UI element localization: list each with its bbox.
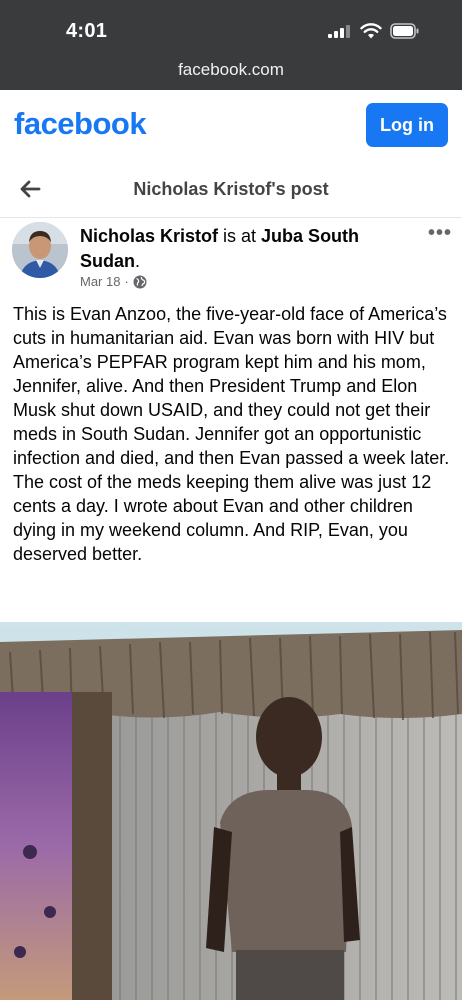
browser-status-bar: 4:01 facebook.com [0,0,462,90]
signal-icon [328,24,352,38]
status-time: 4:01 [66,20,108,42]
wifi-icon [360,23,382,39]
meta-separator: · [124,274,129,289]
avatar[interactable] [12,222,68,278]
post-text: This is Evan Anzoo, the five-year-old fa… [13,304,450,564]
battery-icon [390,23,419,39]
facebook-logo[interactable]: facebook [14,106,147,142]
more-options-icon[interactable]: ••• [428,222,452,245]
post-photo[interactable] [0,622,462,1000]
url-bar[interactable]: facebook.com [0,60,462,80]
checkin-text: is at [218,226,262,246]
author-name[interactable]: Nicholas Kristof [80,226,218,246]
post-nav-bar: Nicholas Kristof's post [0,160,462,218]
post-header: Nicholas Kristof is at Juba South Sudan.… [0,218,462,298]
post-author-line: Nicholas Kristof is at Juba South Sudan. [80,224,410,274]
site-header: facebook Log in [0,90,462,160]
location-period: . [135,251,141,271]
globe-icon [133,275,147,288]
login-button[interactable]: Log in [366,103,448,147]
post-date[interactable]: Mar 18 [80,274,120,289]
post-meta: Mar 18 · [80,274,147,289]
page-title: Nicholas Kristof's post [133,179,329,199]
